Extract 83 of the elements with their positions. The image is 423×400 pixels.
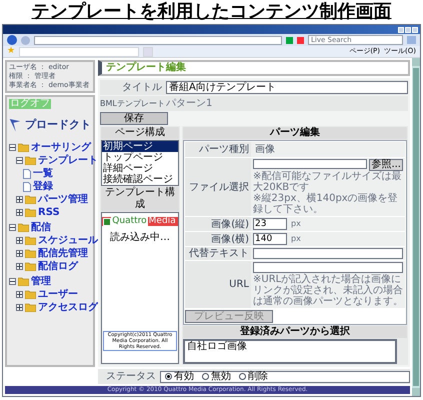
radio-button[interactable] <box>239 373 246 380</box>
field-label: 画像(縦) <box>185 217 251 231</box>
section-header: パーツ編集 <box>183 127 407 139</box>
radio-button[interactable] <box>165 373 172 380</box>
folder-icon <box>25 303 36 312</box>
loading-text: 読み込み中… <box>110 230 170 245</box>
field-label: ファイル選択 <box>185 158 251 216</box>
page-list-item[interactable]: 初期ページ <box>102 141 178 152</box>
nav-link[interactable]: 配信ログ <box>38 262 78 272</box>
registered-parts-list[interactable]: 自社ロゴ画像 <box>183 339 397 364</box>
section-header: 登録済みパーツから選択 <box>183 326 407 338</box>
number-input[interactable]: 140 <box>253 233 287 245</box>
browse-button[interactable]: 参照... <box>369 159 403 171</box>
collapse-icon[interactable] <box>9 144 16 151</box>
nav-link[interactable]: RSS <box>38 208 60 218</box>
field-label: BMLテンプレート <box>100 98 162 110</box>
radio-label: 無効 <box>211 372 231 382</box>
field-label: 代替テキスト <box>185 247 251 260</box>
nav-link[interactable]: 一覧 <box>33 168 53 178</box>
nav-link[interactable]: ユーザー <box>38 290 78 300</box>
nav-link[interactable]: 登録 <box>33 182 53 192</box>
expand-icon[interactable] <box>16 250 23 257</box>
note-text: ※縦23px、横140pxの画像を登録して下さい。 <box>253 193 399 215</box>
folder-icon <box>25 156 36 165</box>
back-icon[interactable] <box>7 35 17 45</box>
address-field[interactable] <box>34 36 282 44</box>
expand-icon[interactable] <box>16 291 23 298</box>
unit-text: px <box>291 233 301 245</box>
folder-icon <box>25 195 36 204</box>
nav-link[interactable]: 管理 <box>31 276 51 286</box>
page-list[interactable]: 初期ページ トップページ 詳細ページ 接続確認ページ <box>101 140 179 186</box>
logo-text: プロードクト <box>25 116 91 133</box>
expand-icon[interactable] <box>16 196 23 203</box>
parts-list-item[interactable]: 自社ロゴ画像 <box>185 341 395 352</box>
field-value: 画像 <box>251 142 405 157</box>
nav-link[interactable]: 配信 <box>31 222 51 232</box>
nav-link[interactable]: テンプレート <box>38 156 98 166</box>
nav-link[interactable]: 配信先管理 <box>38 248 88 258</box>
page-list-item[interactable]: トップページ <box>102 152 178 163</box>
nav-link[interactable]: スケジュール <box>38 236 98 246</box>
section-header: ページ構成 <box>101 127 179 139</box>
note-text: ※URLが記入された場合は画像にリンクが設定され、未記入の場合は通常の画像パーツとなります。 <box>253 274 403 307</box>
unit-text: px <box>291 218 301 230</box>
nav-link[interactable]: オーサリング <box>31 142 91 152</box>
title-input[interactable]: 番組A向けテンプレート <box>166 81 408 94</box>
page-heading: テンプレートを利用したコンテンツ制作画面 <box>32 3 392 21</box>
nav-link[interactable]: アクセスログ <box>38 302 98 312</box>
save-button[interactable]: 保存 <box>100 112 168 125</box>
folder-icon <box>25 262 36 271</box>
collapse-icon[interactable] <box>9 224 16 231</box>
collapse-icon[interactable] <box>16 157 23 164</box>
folder-icon <box>25 208 36 217</box>
section-header: テンプレート構成 <box>101 187 179 211</box>
field-label: タイトル <box>121 81 162 95</box>
radio-label: 削除 <box>248 372 268 382</box>
folder-icon <box>25 290 36 299</box>
folder-icon <box>25 236 36 245</box>
logo-part: Quattro <box>111 217 148 226</box>
field-label: 画像(横) <box>185 232 251 246</box>
alt-text-input[interactable] <box>253 248 403 259</box>
nav-link[interactable]: パーツ管理 <box>38 194 88 204</box>
radio-button[interactable] <box>202 373 209 380</box>
expand-icon[interactable] <box>16 237 23 244</box>
radio-label: 有効 <box>174 372 194 382</box>
page-list-item[interactable]: 詳細ページ <box>102 163 178 174</box>
field-label: URL <box>185 261 251 308</box>
folder-icon <box>25 249 36 258</box>
number-input[interactable]: 23 <box>253 218 287 230</box>
note-text: ※配信可能なファイルサイズは最大20KBです <box>253 171 402 193</box>
page-list-item[interactable]: 接続確認ページ <box>102 174 178 185</box>
field-label: パーツ種別 <box>185 142 251 157</box>
expand-icon[interactable] <box>16 209 23 216</box>
scrollbar[interactable] <box>412 58 420 396</box>
expand-icon[interactable] <box>16 263 23 270</box>
file-input[interactable] <box>253 159 368 169</box>
field-value: パターン1 <box>166 97 212 111</box>
field-label: ステータス <box>105 370 157 384</box>
expand-icon[interactable] <box>16 304 23 311</box>
folder-icon <box>18 143 29 152</box>
url-input[interactable] <box>253 262 403 273</box>
folder-icon <box>18 223 29 232</box>
collapse-icon[interactable] <box>9 278 16 285</box>
folder-icon <box>18 277 29 286</box>
